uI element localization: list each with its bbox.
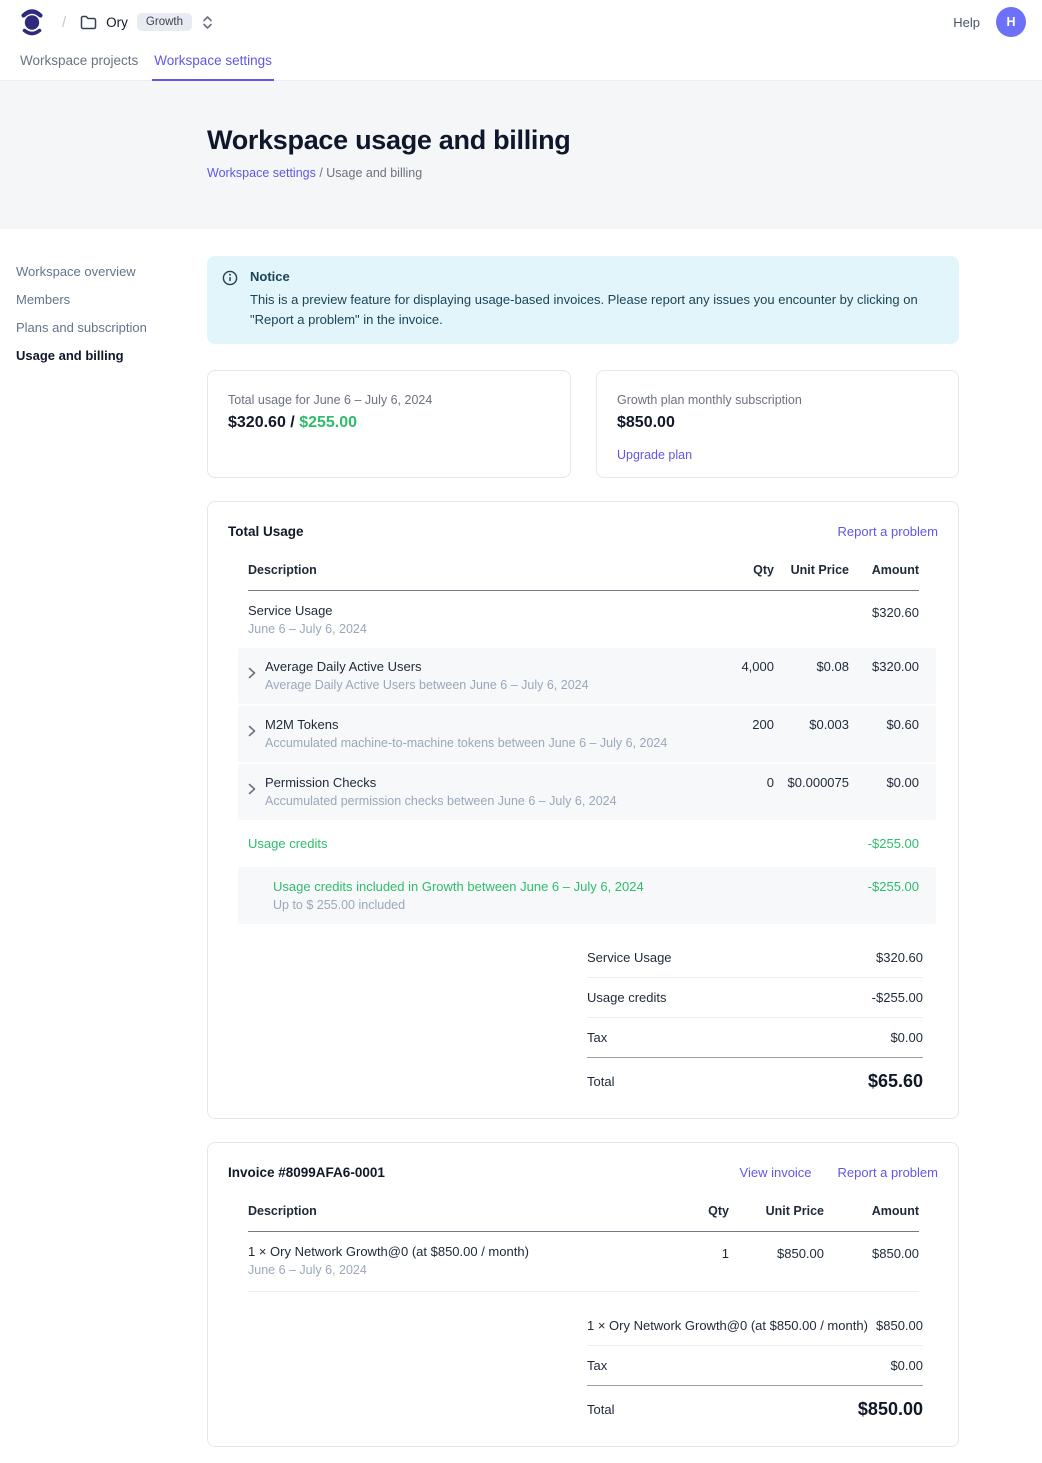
workspace-tabbar: Workspace projects Workspace settings	[0, 44, 1042, 81]
breadcrumb-settings-link[interactable]: Workspace settings	[207, 166, 316, 180]
sidebar-item-usage-billing[interactable]: Usage and billing	[16, 341, 207, 369]
preview-notice: Notice This is a preview feature for dis…	[207, 256, 959, 344]
usage-total-value: $65.60	[868, 1071, 923, 1092]
summary-row: Usage credits-$255.00	[587, 978, 923, 1018]
help-link[interactable]: Help	[953, 15, 980, 30]
usage-credit-value: $255.00	[299, 414, 357, 431]
tab-workspace-settings[interactable]: Workspace settings	[152, 44, 274, 81]
tab-workspace-projects[interactable]: Workspace projects	[18, 44, 140, 81]
usage-summary: Service Usage$320.60 Usage credits-$255.…	[587, 938, 923, 1092]
usage-line-item[interactable]: Permission Checks Accumulated permission…	[238, 764, 936, 820]
breadcrumb-current: Usage and billing	[326, 166, 422, 180]
hero-band: Workspace usage and billing Workspace se…	[0, 81, 1042, 229]
service-usage-row: Service Usage June 6 – July 6, 2024 $320…	[248, 591, 919, 648]
view-invoice-link[interactable]: View invoice	[740, 1165, 812, 1180]
workspace-switcher-icon[interactable]	[202, 15, 213, 30]
chevron-right-icon[interactable]	[248, 667, 256, 692]
info-icon	[222, 270, 238, 330]
breadcrumb-separator: /	[316, 166, 326, 180]
invoice-report-problem-link[interactable]: Report a problem	[838, 1165, 938, 1180]
sidebar-item-workspace-overview[interactable]: Workspace overview	[16, 257, 207, 285]
usage-table-header: Description Qty Unit Price Amount	[248, 553, 919, 591]
path-separator: /	[62, 14, 66, 31]
sidebar-item-plans-subscription[interactable]: Plans and subscription	[16, 313, 207, 341]
invoice-total-value: $850.00	[858, 1399, 923, 1420]
usage-credits-row: Usage credits -$255.00	[248, 822, 919, 865]
usage-total-row: Total $65.60	[587, 1058, 923, 1092]
notice-title: Notice	[250, 269, 941, 284]
chevron-right-icon[interactable]	[248, 725, 256, 750]
usage-panel-title: Total Usage	[228, 524, 304, 539]
subscription-label: Growth plan monthly subscription	[617, 393, 938, 407]
usage-line-item[interactable]: M2M Tokens Accumulated machine-to-machin…	[238, 706, 936, 762]
sidebar-item-members[interactable]: Members	[16, 285, 207, 313]
invoice-line-row: 1 × Ory Network Growth@0 (at $850.00 / m…	[248, 1232, 919, 1292]
subscription-amount: $850.00	[617, 414, 938, 432]
top-bar: / Ory Growth Help H	[0, 0, 1042, 44]
summary-row: Tax$0.00	[587, 1346, 923, 1386]
summary-row: Tax$0.00	[587, 1018, 923, 1058]
settings-sidebar: Workspace overview Members Plans and sub…	[0, 229, 207, 369]
plan-badge: Growth	[137, 13, 192, 31]
upgrade-plan-link[interactable]: Upgrade plan	[617, 448, 692, 462]
breadcrumb: Workspace settings / Usage and billing	[207, 166, 959, 180]
summary-row: 1 × Ory Network Growth@0 (at $850.00 / m…	[587, 1306, 923, 1346]
summary-row: Service Usage$320.60	[587, 938, 923, 978]
invoice-table-header: Description Qty Unit Price Amount	[248, 1194, 919, 1232]
total-usage-value: $320.60 / $255.00	[228, 414, 550, 432]
page-title: Workspace usage and billing	[207, 125, 959, 156]
total-usage-panel: Total Usage Report a problem Description…	[207, 501, 959, 1119]
invoice-summary: 1 × Ory Network Growth@0 (at $850.00 / m…	[587, 1306, 923, 1420]
workspace-name[interactable]: Ory	[106, 15, 128, 30]
invoice-title: Invoice #8099AFA6-0001	[228, 1165, 385, 1180]
folder-icon	[80, 15, 97, 30]
usage-line-item[interactable]: Average Daily Active Users Average Daily…	[238, 648, 936, 704]
subscription-card: Growth plan monthly subscription $850.00…	[596, 370, 959, 478]
invoice-panel: Invoice #8099AFA6-0001 View invoice Repo…	[207, 1142, 959, 1447]
usage-credits-item: Usage credits included in Growth between…	[238, 867, 936, 924]
invoice-total-row: Total $850.00	[587, 1386, 923, 1420]
user-avatar[interactable]: H	[996, 7, 1026, 37]
total-usage-label: Total usage for June 6 – July 6, 2024	[228, 393, 550, 407]
usage-report-problem-link[interactable]: Report a problem	[838, 524, 938, 539]
notice-body: This is a preview feature for displaying…	[250, 290, 941, 330]
ory-logo-icon[interactable]	[20, 7, 46, 37]
chevron-right-icon[interactable]	[248, 783, 256, 808]
total-usage-card: Total usage for June 6 – July 6, 2024 $3…	[207, 370, 571, 478]
